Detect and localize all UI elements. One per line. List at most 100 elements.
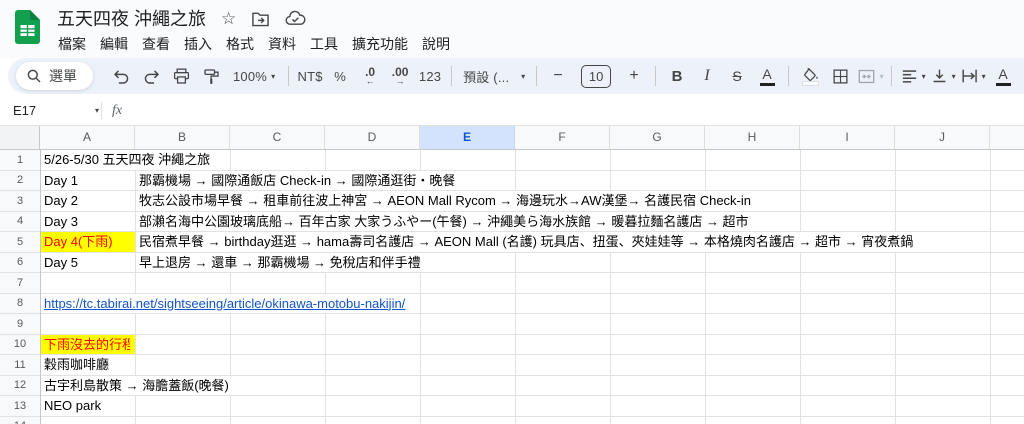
- row-header-11[interactable]: 11: [0, 355, 40, 375]
- row-header-1[interactable]: 1: [0, 150, 40, 170]
- undo-button[interactable]: [107, 62, 135, 90]
- font-family-value: 預設 (...: [463, 69, 510, 85]
- chevron-down-icon: ▾: [951, 71, 956, 81]
- menu-item-tools[interactable]: 工具: [303, 31, 345, 57]
- cell-A6[interactable]: Day 5: [41, 252, 81, 272]
- cell-B4[interactable]: 部瀨名海中公園玻璃底船→ 百年古家 大家うふやー(午餐) → 沖繩美ら海水族館 …: [136, 211, 752, 231]
- cell-B3[interactable]: 牧志公設市場早餐 → 租車前往波上神宮 → AEON Mall Rycom → …: [136, 191, 754, 211]
- cell-B5[interactable]: 民宿煮早餐 → birthday逛逛 → hama壽司名護店 → AEON Ma…: [136, 232, 917, 252]
- row-header-10[interactable]: 10: [0, 334, 40, 354]
- row-header-12[interactable]: 12: [0, 375, 40, 395]
- row-header-7[interactable]: 7: [0, 273, 40, 293]
- column-header-H[interactable]: H: [705, 126, 800, 149]
- font-family-select[interactable]: 預設 (... ▾: [459, 62, 529, 90]
- cloud-saved-icon[interactable]: [285, 10, 306, 26]
- chevron-down-icon: ▾: [521, 71, 526, 81]
- currency-format-button[interactable]: NT$: [296, 62, 324, 90]
- italic-button[interactable]: I: [693, 62, 721, 90]
- strikethrough-button[interactable]: S: [723, 62, 751, 90]
- menu-item-help[interactable]: 說明: [415, 31, 457, 57]
- row-header-3[interactable]: 3: [0, 191, 40, 211]
- zoom-control[interactable]: 100% ▾: [227, 62, 281, 90]
- column-header-E[interactable]: E: [420, 126, 515, 149]
- font-size-input[interactable]: 10: [581, 64, 612, 88]
- row-header-2[interactable]: 2: [0, 170, 40, 190]
- toolbar-search[interactable]: 選單: [16, 62, 93, 90]
- column-header-I[interactable]: I: [800, 126, 895, 149]
- paint-format-button[interactable]: [197, 62, 225, 90]
- row-header-4[interactable]: 4: [0, 211, 40, 231]
- text-rotation-button[interactable]: A: [989, 62, 1017, 90]
- cell-A4[interactable]: Day 3: [41, 211, 81, 231]
- fill-color-button[interactable]: [796, 62, 824, 90]
- toolbar-separator: [891, 66, 893, 86]
- menu-item-data[interactable]: 資料: [261, 31, 303, 57]
- cell-B2[interactable]: 那霸機場 → 國際通飯店 Check-in → 國際通逛街・晚餐: [136, 170, 459, 190]
- cell-A5[interactable]: Day 4(下雨): [41, 232, 116, 252]
- cell-A13[interactable]: NEO park: [41, 396, 105, 416]
- more-number-formats-button[interactable]: 123: [416, 62, 444, 90]
- sheets-logo-icon[interactable]: [15, 10, 40, 44]
- formula-input[interactable]: [122, 96, 1024, 125]
- column-header-row: ABCDEFGHIJ: [0, 126, 1024, 150]
- column-header-B[interactable]: B: [135, 126, 230, 149]
- menu-item-insert[interactable]: 插入: [177, 31, 219, 57]
- cell-A11[interactable]: 穀雨咖啡廳: [41, 355, 113, 375]
- menu-item-extensions[interactable]: 擴充功能: [345, 31, 415, 57]
- name-box[interactable]: E17 ▾: [0, 103, 99, 118]
- text-wrapping-button[interactable]: ▾: [959, 62, 987, 90]
- chevron-down-icon: ▾: [921, 71, 926, 81]
- cell-B6[interactable]: 早上退房 → 還車 → 那霸機場 → 免稅店和伴手禮: [136, 252, 424, 272]
- menu-item-format[interactable]: 格式: [219, 31, 261, 57]
- fill-color-swatch: [802, 81, 818, 85]
- fx-icon: fx: [112, 102, 123, 118]
- increase-decimal-button[interactable]: .00 →: [386, 62, 414, 90]
- column-header-J[interactable]: J: [895, 126, 990, 149]
- increase-font-size-button[interactable]: +: [620, 62, 648, 90]
- name-box-value: E17: [13, 103, 37, 118]
- redo-button[interactable]: [137, 62, 165, 90]
- percent-format-button[interactable]: %: [326, 62, 354, 90]
- column-header-A[interactable]: A: [40, 126, 135, 149]
- cell-A8[interactable]: https://tc.tabirai.net/sightseeing/artic…: [41, 293, 409, 313]
- menu-item-view[interactable]: 查看: [135, 31, 177, 57]
- column-header-K[interactable]: [990, 126, 1024, 149]
- row-header-5[interactable]: 5: [0, 232, 40, 252]
- star-icon[interactable]: ☆: [221, 10, 236, 27]
- move-folder-icon[interactable]: [251, 10, 270, 27]
- chevron-down-icon: ▾: [879, 71, 884, 81]
- cell-A3[interactable]: Day 2: [41, 191, 81, 211]
- cell-A10[interactable]: 下雨沒去的行程: [41, 335, 130, 355]
- cell-A1[interactable]: 5/26-5/30 五天四夜 沖繩之旅: [41, 150, 214, 170]
- column-header-G[interactable]: G: [610, 126, 705, 149]
- row-header-13[interactable]: 13: [0, 396, 40, 416]
- column-header-D[interactable]: D: [325, 126, 420, 149]
- row-header-6[interactable]: 6: [0, 252, 40, 272]
- menu-item-file[interactable]: 檔案: [51, 31, 93, 57]
- decrease-decimal-button[interactable]: .0 ←: [356, 62, 384, 90]
- row-7: 7: [0, 273, 1024, 294]
- print-button[interactable]: [167, 62, 195, 90]
- column-header-C[interactable]: C: [230, 126, 325, 149]
- text-color-swatch: [759, 82, 775, 86]
- borders-button[interactable]: [826, 62, 854, 90]
- column-header-F[interactable]: F: [515, 126, 610, 149]
- row-header-8[interactable]: 8: [0, 293, 40, 313]
- menu-item-edit[interactable]: 編輯: [93, 31, 135, 57]
- align-bottom-icon: [933, 69, 945, 83]
- cell-A2[interactable]: Day 1: [41, 170, 81, 190]
- document-title[interactable]: 五天四夜 沖繩之旅: [57, 5, 206, 31]
- vertical-align-button[interactable]: ▾: [929, 62, 957, 90]
- row-11: 11 穀雨咖啡廳: [0, 355, 1024, 376]
- google-sheets-app: { "app": { "title": "五天四夜 沖繩之旅", "menus"…: [0, 0, 1024, 424]
- gridline: [800, 150, 801, 424]
- horizontal-align-button[interactable]: ▾: [899, 62, 927, 90]
- menu-bar: 檔案 編輯 查看 插入 格式 資料 工具 擴充功能 說明: [51, 31, 457, 57]
- text-color-button[interactable]: A: [753, 62, 781, 90]
- select-all-corner[interactable]: [0, 126, 40, 149]
- bold-button[interactable]: B: [663, 62, 691, 90]
- row-header-14[interactable]: 14: [0, 416, 40, 424]
- cell-A12[interactable]: 古宇利島散策 → 海膽蓋飯(晚餐): [41, 375, 232, 395]
- row-header-9[interactable]: 9: [0, 314, 40, 334]
- decrease-font-size-button[interactable]: −: [544, 62, 572, 90]
